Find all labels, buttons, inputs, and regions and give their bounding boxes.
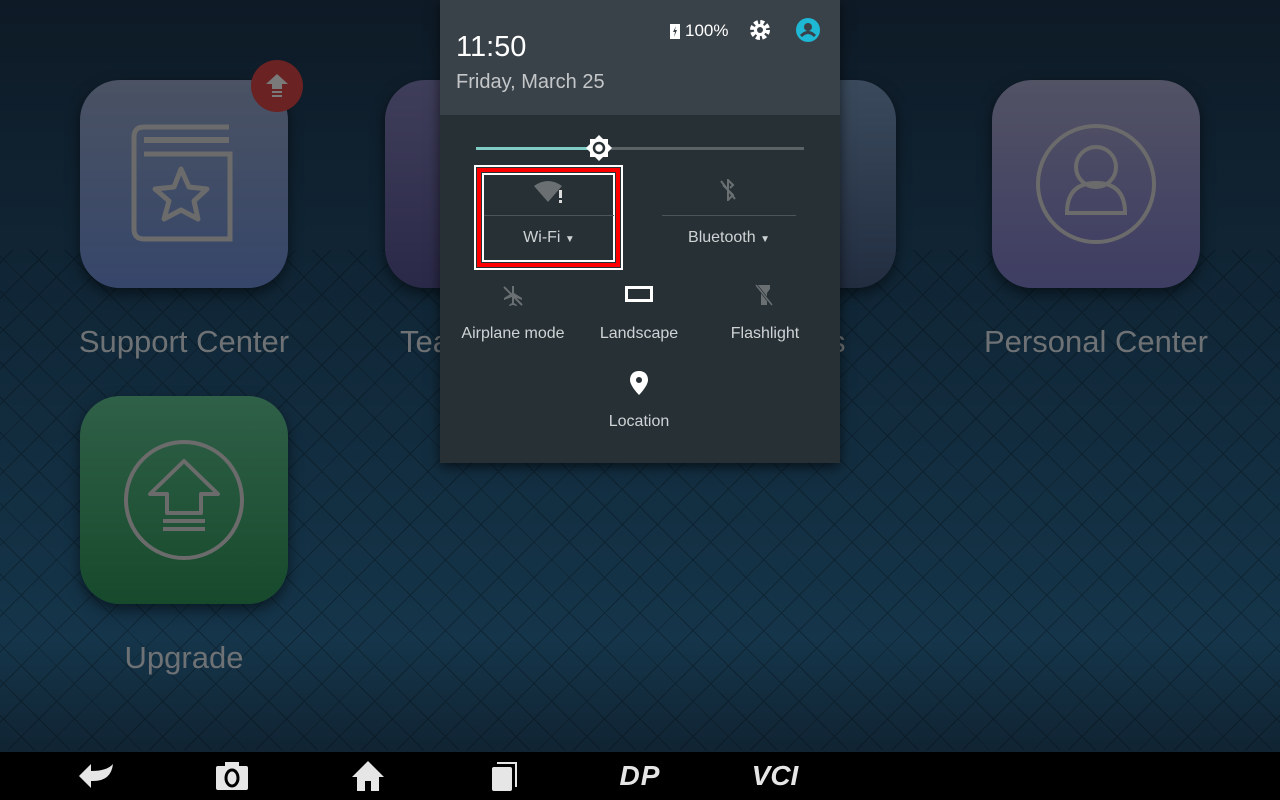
landscape-icon <box>625 286 653 302</box>
bluetooth-dropdown[interactable]: Bluetooth ▼ <box>662 229 796 247</box>
recents-button[interactable] <box>484 760 524 792</box>
caret-down-icon: ▼ <box>564 234 575 245</box>
flashlight-off-icon <box>754 284 774 306</box>
wifi-label: Wi-Fi <box>523 229 561 246</box>
camera-icon <box>216 762 248 790</box>
bluetooth-label: Bluetooth <box>688 229 756 246</box>
app-label-personal-center: Personal Center <box>983 324 1208 359</box>
person-circle-icon <box>1036 124 1156 244</box>
airplane-label: Airplane mode <box>461 325 565 342</box>
app-support-center[interactable] <box>80 80 288 288</box>
clock: 11:50 <box>456 31 527 63</box>
location-label: Location <box>608 413 670 430</box>
dp-logo-icon: DP <box>619 760 661 791</box>
dp-button[interactable]: DP <box>605 760 675 792</box>
update-badge[interactable] <box>251 60 303 112</box>
book-star-icon <box>131 124 233 242</box>
recents-icon <box>492 762 517 791</box>
wifi-dropdown[interactable]: Wi-Fi ▼ <box>484 229 614 247</box>
vci-logo-icon: VCI <box>751 760 799 791</box>
home-button[interactable] <box>348 760 388 792</box>
update-arrow-icon <box>266 74 288 97</box>
home-icon <box>352 761 384 791</box>
wifi-warning-icon <box>534 181 562 203</box>
landscape-label: Landscape <box>599 325 679 342</box>
upgrade-arrow-icon <box>124 440 244 560</box>
user-avatar-icon[interactable] <box>796 18 820 42</box>
quick-settings-panel: 11:50 Friday, March 25 100% Wi-Fi ▼ Blue… <box>440 0 840 463</box>
back-button[interactable] <box>77 760 117 792</box>
back-arrow-icon <box>79 764 113 788</box>
battery-charging-icon <box>670 24 680 39</box>
airplane-icon <box>503 286 523 306</box>
app-personal-center[interactable] <box>992 80 1200 288</box>
flashlight-label: Flashlight <box>730 325 800 342</box>
battery-status[interactable]: 100% <box>670 21 728 41</box>
bluetooth-off-icon <box>720 179 736 201</box>
brightness-thumb-icon[interactable] <box>586 135 612 161</box>
app-upgrade[interactable] <box>80 396 288 604</box>
gear-icon[interactable] <box>750 20 770 40</box>
brightness-slider[interactable] <box>476 135 804 161</box>
wifi-tile[interactable]: Wi-Fi ▼ <box>484 175 614 261</box>
brightness-fill <box>476 147 598 150</box>
panel-header: 11:50 Friday, March 25 100% <box>440 0 840 115</box>
battery-percent: 100% <box>685 21 729 40</box>
location-pin-icon <box>630 371 648 395</box>
bluetooth-tile[interactable]: Bluetooth ▼ <box>662 175 796 261</box>
vci-button[interactable]: VCI <box>740 760 810 792</box>
screenshot-button[interactable] <box>212 760 252 792</box>
caret-down-icon: ▼ <box>760 234 770 245</box>
date[interactable]: Friday, March 25 <box>456 71 605 94</box>
navigation-bar: DP VCI <box>0 752 1280 800</box>
app-label-upgrade: Upgrade <box>124 640 244 675</box>
app-label-support-center: Support Center <box>78 324 290 359</box>
